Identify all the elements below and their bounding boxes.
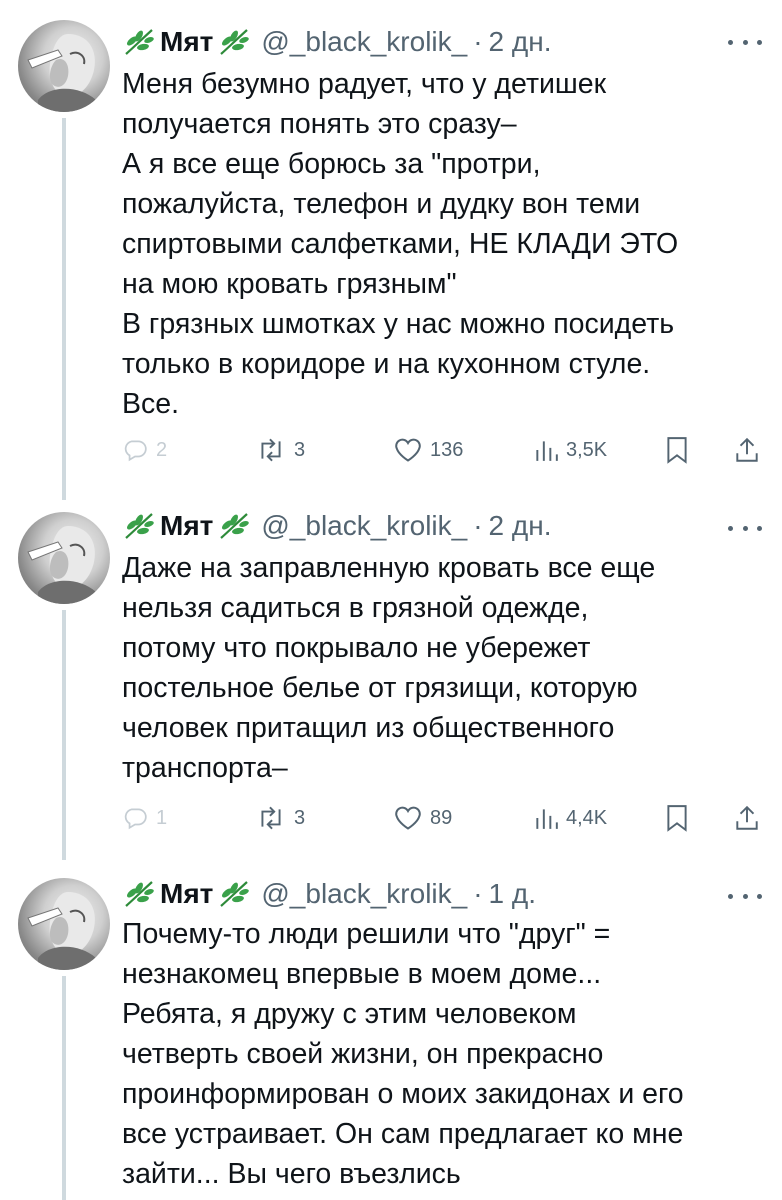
retweet-button[interactable]: 3 xyxy=(256,798,305,838)
herb-icon xyxy=(125,513,154,539)
display-name[interactable]: Мят xyxy=(160,878,213,910)
like-count: 89 xyxy=(430,806,453,829)
avatar[interactable] xyxy=(18,878,110,970)
more-icon[interactable] xyxy=(728,522,762,534)
retweet-button[interactable]: 3 xyxy=(256,430,305,470)
share-button[interactable] xyxy=(734,430,760,470)
tweet-header: Мят @_black_krolik_ · 1 д. xyxy=(122,874,536,914)
user-handle[interactable]: @_black_krolik_ xyxy=(261,26,467,58)
display-name[interactable]: Мят xyxy=(160,26,213,58)
thread-line xyxy=(62,118,66,500)
separator: · xyxy=(473,510,483,541)
thread-line xyxy=(62,610,66,860)
share-icon xyxy=(736,437,758,462)
more-icon[interactable] xyxy=(728,36,762,48)
tweet-3[interactable]: Мят @_black_krolik_ · 1 д. Почему-то люд… xyxy=(0,864,782,1200)
reply-button[interactable]: 1 xyxy=(122,798,167,838)
bookmark-icon xyxy=(667,805,687,832)
views-icon xyxy=(536,441,558,461)
user-handle[interactable]: @_black_krolik_ xyxy=(261,510,467,542)
more-icon[interactable] xyxy=(728,890,762,902)
herb-icon xyxy=(220,29,250,55)
views-button[interactable]: 4,4K xyxy=(534,798,607,838)
tweet-header: Мят @_black_krolik_ · 2 дн. xyxy=(122,22,551,62)
herb-icon xyxy=(125,29,154,55)
retweet-icon xyxy=(261,806,281,830)
reply-icon xyxy=(124,440,147,462)
tweet-1[interactable]: Мят @_black_krolik_ · 2 дн. Меня безумно… xyxy=(0,0,782,500)
reply-icon xyxy=(124,808,147,830)
separator: · xyxy=(473,878,483,909)
avatar[interactable] xyxy=(18,20,110,112)
tweet-actions: 2 3 136 3,5K xyxy=(122,430,772,470)
like-count: 136 xyxy=(430,438,464,461)
tweet-header: Мят @_black_krolik_ · 2 дн. xyxy=(122,506,551,546)
reply-count: 2 xyxy=(156,438,168,461)
tweet-2[interactable]: Мят @_black_krolik_ · 2 дн. Даже на запр… xyxy=(0,492,782,864)
tweet-text: Даже на заправленную кровать все еще нел… xyxy=(122,552,656,784)
herb-icon xyxy=(220,881,250,907)
timestamp[interactable]: 2 дн. xyxy=(489,510,552,542)
timestamp[interactable]: 1 д. xyxy=(489,878,536,910)
tweet-text: Почему-то люди решили что "друг" = незна… xyxy=(122,918,684,1190)
display-name[interactable]: Мят xyxy=(160,510,213,542)
avatar-image xyxy=(27,34,96,112)
thread-line xyxy=(62,976,66,1200)
bookmark-button[interactable] xyxy=(666,798,688,838)
avatar-image xyxy=(27,892,96,970)
separator: · xyxy=(473,26,483,57)
heart-icon xyxy=(395,806,421,830)
herb-icon xyxy=(125,881,154,907)
share-button[interactable] xyxy=(734,798,760,838)
heart-icon xyxy=(395,438,421,462)
like-button[interactable]: 136 xyxy=(394,430,463,470)
bookmark-button[interactable] xyxy=(666,430,688,470)
retweet-icon xyxy=(261,438,281,462)
user-handle[interactable]: @_black_krolik_ xyxy=(261,878,467,910)
views-icon xyxy=(536,809,558,829)
tweet-text: Меня безумно радует, что у детишек получ… xyxy=(122,68,679,420)
retweet-count: 3 xyxy=(294,438,306,461)
views-button[interactable]: 3,5K xyxy=(534,430,607,470)
retweet-count: 3 xyxy=(294,806,306,829)
bookmark-icon xyxy=(667,437,687,464)
like-button[interactable]: 89 xyxy=(394,798,452,838)
share-icon xyxy=(736,805,758,830)
tweet-actions: 1 3 89 4,4K xyxy=(122,798,772,838)
views-count: 4,4K xyxy=(566,806,608,829)
timestamp[interactable]: 2 дн. xyxy=(489,26,552,58)
avatar[interactable] xyxy=(18,512,110,604)
reply-count: 1 xyxy=(156,806,168,829)
views-count: 3,5K xyxy=(566,438,608,461)
reply-button[interactable]: 2 xyxy=(122,430,167,470)
avatar-image xyxy=(27,526,96,604)
herb-icon xyxy=(220,513,250,539)
